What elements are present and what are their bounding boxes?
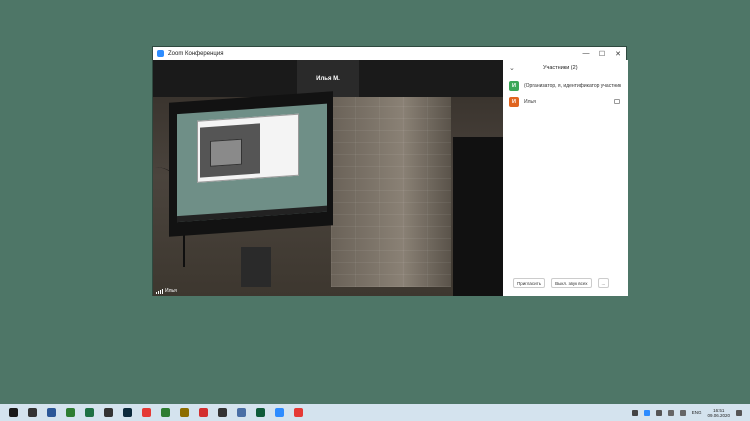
archive-icon-glyph: [179, 408, 189, 417]
participant-row[interactable]: И (Организатор, я, идентификатор участни…: [509, 80, 624, 92]
archive-icon[interactable]: [178, 407, 190, 419]
opera-icon-glyph: [198, 408, 208, 417]
windows-taskbar: ENG 16:51 09.06.2020: [0, 404, 750, 421]
avatar: И: [509, 97, 519, 107]
participant-name: (Организатор, я, идентификатор участник: [524, 83, 622, 89]
participants-panel: ⌄ Участники (2) И (Организатор, я, идент…: [503, 60, 628, 296]
floppy-icon-glyph: [46, 408, 56, 417]
mask-icon-glyph: [103, 408, 113, 417]
active-speaker-video[interactable]: Илья: [153, 91, 503, 296]
chrome-icon-glyph: [141, 408, 151, 417]
participant-name: Илья: [524, 99, 536, 105]
game-icon[interactable]: [292, 407, 304, 419]
zoom-icon-glyph: [274, 408, 284, 417]
terminal-icon[interactable]: [254, 407, 266, 419]
title-bar: Zoom Конференция — ☐ ✕: [153, 47, 626, 60]
inner-window: [197, 113, 299, 183]
clock-date: 09.06.2020: [707, 412, 730, 418]
zoom-app-icon: [157, 50, 164, 57]
maximize-button[interactable]: ☐: [594, 47, 610, 60]
notification-icon[interactable]: [736, 409, 742, 416]
zoom-icon[interactable]: [273, 407, 285, 419]
inner-video: [200, 123, 260, 178]
bird-icon-glyph: [160, 408, 170, 417]
cloud-icon[interactable]: [655, 409, 662, 416]
opera-icon[interactable]: [197, 407, 209, 419]
zoom-window: Zoom Конференция — ☐ ✕ Илья М. Илья ⌄ Уч…: [152, 46, 628, 296]
photoshop-icon-glyph: [122, 408, 132, 417]
chrome-icon[interactable]: [140, 407, 152, 419]
video-name-text: Илья: [165, 288, 177, 294]
participant-tile-name: Илья М.: [316, 75, 340, 82]
inner-video-nested: [210, 138, 242, 167]
monitor-stand: [241, 247, 271, 287]
video-camera-icon[interactable]: [614, 99, 620, 104]
maps-icon-glyph: [236, 408, 246, 417]
headphones-icon[interactable]: [216, 407, 228, 419]
panel-header: ⌄ Участники (2): [503, 60, 628, 76]
network-icon[interactable]: [667, 409, 674, 416]
video-name-label: Илья: [156, 288, 177, 294]
window-controls: — ☐ ✕: [578, 47, 626, 60]
mute-all-button[interactable]: Выкл. звук всех: [551, 278, 592, 288]
minimize-button[interactable]: —: [578, 47, 594, 60]
panel-footer: Пригласить Выкл. звук всех ...: [513, 278, 610, 288]
brick-wall: [331, 97, 451, 287]
chevron-up-icon[interactable]: [631, 409, 638, 416]
volume-icon[interactable]: [679, 409, 686, 416]
language-indicator[interactable]: ENG: [692, 410, 702, 415]
clock[interactable]: 16:51 09.06.2020: [707, 408, 730, 418]
chevron-down-icon[interactable]: ⌄: [509, 64, 517, 72]
mask-icon[interactable]: [102, 407, 114, 419]
signal-strength-icon: [156, 288, 163, 294]
monitor-screen: [177, 103, 327, 223]
monitor-taskbar: [177, 205, 327, 223]
search-icon-glyph: [27, 408, 37, 417]
snake-icon-glyph: [65, 408, 75, 417]
terminal-icon-glyph: [255, 408, 265, 417]
participant-row[interactable]: И Илья: [509, 96, 624, 108]
start-icon[interactable]: [7, 407, 19, 419]
maps-icon[interactable]: [235, 407, 247, 419]
photoshop-icon[interactable]: [121, 407, 133, 419]
game-icon-glyph: [293, 408, 303, 417]
more-button[interactable]: ...: [597, 278, 610, 288]
avatar: И: [509, 81, 519, 91]
zoom-tray-icon[interactable]: [643, 409, 650, 416]
monitor: [169, 91, 333, 237]
dark-object: [453, 137, 503, 296]
snake-icon[interactable]: [64, 407, 76, 419]
video-area: Илья М. Илья: [153, 60, 503, 296]
search-icon[interactable]: [26, 407, 38, 419]
excel-icon-glyph: [84, 408, 94, 417]
close-button[interactable]: ✕: [610, 47, 626, 60]
system-tray: ENG 16:51 09.06.2020: [631, 404, 742, 421]
start-icon-glyph: [8, 408, 18, 417]
panel-title: Участники (2): [543, 65, 578, 71]
invite-button[interactable]: Пригласить: [513, 278, 546, 288]
floppy-icon[interactable]: [45, 407, 57, 419]
headphones-icon-glyph: [217, 408, 227, 417]
window-title: Zoom Конференция: [168, 50, 224, 57]
excel-icon[interactable]: [83, 407, 95, 419]
bird-icon[interactable]: [159, 407, 171, 419]
